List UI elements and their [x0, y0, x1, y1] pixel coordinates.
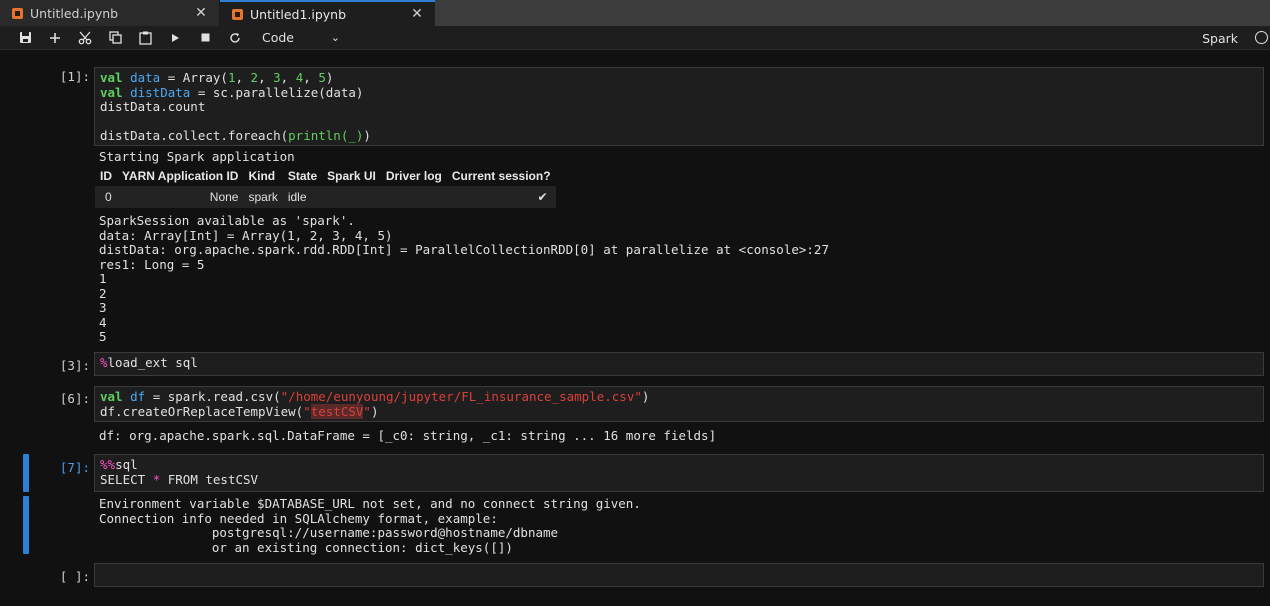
output-stream: SparkSession available as 'spark'. data:…: [99, 213, 829, 345]
cell-editor[interactable]: %load_ext sql: [94, 352, 1264, 376]
tab-label: Untitled1.ipynb: [250, 6, 347, 22]
code-line: val data = Array(1, 2, 3, 4, 5): [100, 70, 334, 85]
output-line: 3: [99, 300, 107, 315]
cell-type-select[interactable]: Code ⌄: [256, 27, 346, 49]
output-line: Connection info needed in SQLAlchemy for…: [99, 510, 498, 526]
tab-untitled[interactable]: Untitled.ipynb ✕: [0, 0, 220, 26]
chevron-down-icon: ⌄: [330, 31, 340, 44]
cell-prompt: [3]:: [59, 358, 90, 373]
tab-bar: Untitled.ipynb ✕ Untitled1.ipynb ✕: [0, 0, 1270, 26]
table-header: Kind: [248, 168, 276, 183]
output-line: res1: Long = 5: [99, 256, 205, 272]
output-line: Environment variable $DATABASE_URL not s…: [99, 496, 641, 511]
cell-prompt: [6]:: [59, 391, 90, 406]
cut-button[interactable]: [70, 27, 100, 49]
stop-icon: [201, 33, 209, 42]
cell-type-value: Code: [262, 30, 295, 45]
restart-button[interactable]: [220, 27, 250, 49]
output-line: 1: [99, 271, 107, 286]
table-header: ID: [100, 168, 112, 183]
notebook-panel: [1]: val data = Array(1, 2, 3, 4, 5) val…: [0, 50, 1270, 606]
table-header: Spark UI: [327, 168, 376, 183]
output-line: 5: [99, 329, 107, 344]
output-text: df: org.apache.spark.sql.DataFrame = [_c…: [99, 428, 717, 443]
table-header-row: ID YARN Application ID Kind State Spark …: [95, 165, 556, 186]
copy-icon: [108, 31, 122, 44]
code-line: SELECT * FROM testCSV: [100, 471, 259, 487]
cell-editor[interactable]: val df = spark.read.csv("/home/eunyoung/…: [94, 386, 1264, 422]
save-button[interactable]: [10, 27, 40, 49]
table-cell: idle: [282, 186, 323, 208]
cell-editor[interactable]: [94, 563, 1264, 587]
stop-button[interactable]: [190, 27, 220, 49]
table-cell: None: [117, 186, 244, 208]
cell-prompt: [ ]:: [59, 569, 90, 584]
output-line: or an existing connection: dict_keys([]): [99, 539, 513, 555]
notebook-icon: [232, 8, 243, 20]
kernel-name[interactable]: Spark: [1202, 31, 1238, 46]
code-line: val distData = sc.parallelize(data): [100, 84, 364, 100]
table-cell: spark: [243, 186, 283, 208]
table-cell: [380, 186, 447, 208]
table-cell: [322, 186, 381, 208]
run-icon: [172, 33, 179, 42]
code-line: distData.count: [100, 99, 206, 114]
paste-button[interactable]: [130, 27, 160, 49]
table-header: Driver log: [385, 168, 442, 183]
cut-icon: [78, 31, 92, 44]
table-header: Current session?: [451, 168, 551, 183]
add-icon: [50, 32, 60, 43]
run-button[interactable]: [160, 27, 190, 49]
cell-prompt: [7]:: [59, 460, 90, 475]
tab-label: Untitled.ipynb: [30, 5, 119, 21]
paste-icon: [138, 31, 152, 45]
cell-editor[interactable]: val data = Array(1, 2, 3, 4, 5) val dist…: [94, 67, 1264, 146]
code-line: df.createOrReplaceTempView("testCSV"): [100, 403, 379, 419]
output-line: distData: org.apache.spark.rdd.RDD[Int] …: [99, 242, 829, 257]
tab-untitled1[interactable]: Untitled1.ipynb ✕: [220, 0, 435, 26]
restart-icon: [230, 32, 240, 43]
save-icon: [19, 32, 31, 43]
notebook-icon: [12, 7, 23, 19]
output-line: 2: [99, 285, 107, 301]
output-line: data: Array[Int] = Array(1, 2, 3, 4, 5): [99, 227, 393, 243]
cell-prompt: [1]:: [59, 69, 90, 84]
output-line: postgresql://username:password@hostname/…: [99, 525, 559, 540]
output-line: 4: [99, 314, 107, 330]
cell-editor[interactable]: %%sql SELECT * FROM testCSV: [94, 454, 1264, 492]
output-line: SparkSession available as 'spark'.: [99, 213, 355, 228]
notebook-toolbar: Code ⌄ Spark: [0, 26, 1270, 50]
table-row: 0 None spark idle ✔: [95, 186, 556, 208]
table-header: YARN Application ID: [122, 168, 239, 183]
code-line: distData.collect.foreach(println(_)): [100, 128, 371, 143]
table-header: State: [287, 168, 318, 183]
code-line: %%sql: [100, 457, 138, 472]
close-icon[interactable]: ✕: [193, 5, 209, 21]
session-table: ID YARN Application ID Kind State Spark …: [95, 165, 556, 208]
close-icon[interactable]: ✕: [409, 6, 425, 22]
code-line: val df = spark.read.csv("/home/eunyoung/…: [100, 389, 650, 404]
output-stream: Environment variable $DATABASE_URL not s…: [99, 496, 641, 555]
code-line: %load_ext sql: [100, 355, 198, 370]
output-text: Starting Spark application: [99, 149, 295, 164]
checkmark-icon: ✔: [446, 186, 556, 208]
add-cell-button[interactable]: [40, 27, 70, 49]
copy-button[interactable]: [100, 27, 130, 49]
active-cell-indicator: [23, 454, 29, 492]
table-cell: 0: [95, 186, 117, 208]
active-output-indicator: [23, 496, 29, 554]
kernel-status-icon: [1255, 31, 1268, 44]
